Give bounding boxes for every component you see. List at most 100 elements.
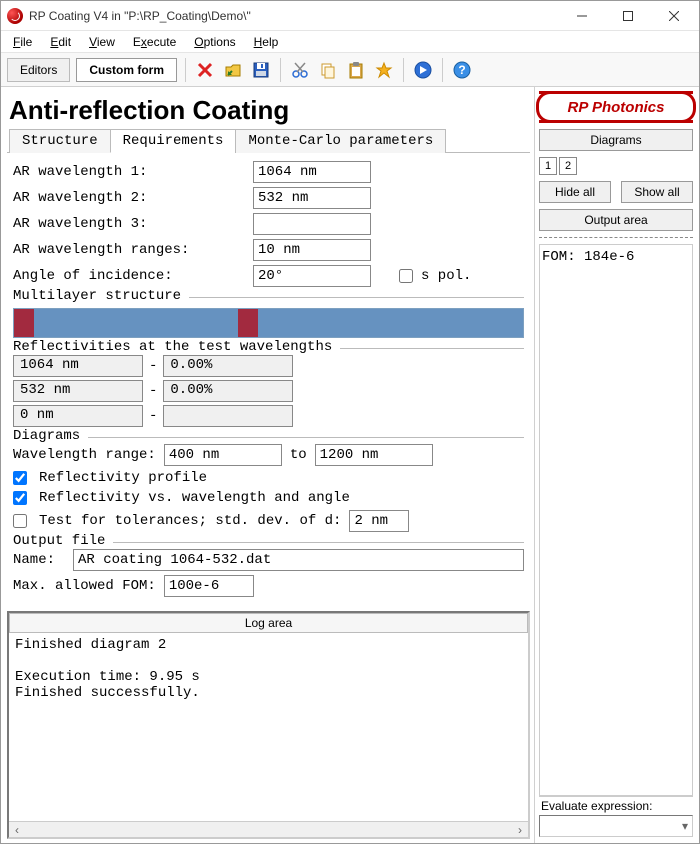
fom-output: FOM: 184e-6 — [542, 249, 634, 265]
menu-edit[interactable]: Edit — [42, 33, 79, 51]
log-body[interactable]: Finished diagram 2 Execution time: 9.95 … — [9, 633, 528, 821]
output-file-group: Output file Name: Max. allowed FOM: — [13, 542, 524, 597]
angle-input[interactable] — [253, 265, 371, 287]
menu-execute[interactable]: Execute — [125, 33, 184, 51]
output-area-header: Output area — [539, 209, 693, 231]
log-area: Log area Finished diagram 2 Execution ti… — [7, 611, 530, 839]
ar-wl3-input[interactable] — [253, 213, 371, 235]
paste-icon[interactable] — [345, 59, 367, 81]
tolerances-label: Test for tolerances; std. dev. of d: — [39, 513, 341, 529]
main-panel: Anti-reflection Coating Structure Requir… — [1, 87, 534, 843]
log-scrollbar[interactable]: ‹ › — [9, 821, 528, 837]
menu-view[interactable]: View — [81, 33, 123, 51]
copy-icon[interactable] — [317, 59, 339, 81]
hide-all-button[interactable]: Hide all — [539, 181, 611, 203]
diagrams-header: Diagrams — [539, 129, 693, 151]
menu-help[interactable]: Help — [246, 33, 287, 51]
output-name-input[interactable] — [73, 549, 524, 571]
help-icon[interactable]: ? — [451, 59, 473, 81]
ref-val-3 — [163, 405, 293, 427]
diagrams-group: Diagrams Wavelength range: to Reflectivi… — [13, 437, 524, 532]
tab-monte-carlo[interactable]: Monte-Carlo parameters — [235, 129, 446, 153]
logo-text: RP Photonics — [568, 99, 665, 116]
show-all-button[interactable]: Show all — [621, 181, 693, 203]
spol-checkbox[interactable] — [399, 269, 413, 283]
reflectivities-group: Reflectivities at the test wavelengths 1… — [13, 348, 524, 427]
reflectivity-angle-label: Reflectivity vs. wavelength and angle — [39, 490, 350, 506]
open-icon[interactable] — [222, 59, 244, 81]
layer-segment — [258, 309, 523, 337]
ref-val-2: 0.00% — [163, 380, 293, 402]
delete-icon[interactable] — [194, 59, 216, 81]
wl-range-label: Wavelength range: — [13, 447, 156, 463]
output-file-label: Output file — [13, 533, 113, 549]
menubar: File Edit View Execute Options Help — [1, 31, 699, 53]
ar-wl1-input[interactable] — [253, 161, 371, 183]
ref-dash: - — [149, 383, 157, 399]
wl-range-to-input[interactable] — [315, 444, 433, 466]
ref-wl-3: 0 nm — [13, 405, 143, 427]
maximize-button[interactable] — [605, 1, 651, 30]
rp-photonics-logo: RP Photonics — [539, 91, 693, 123]
minimize-button[interactable] — [559, 1, 605, 30]
multilayer-label: Multilayer structure — [13, 288, 189, 304]
evaluate-expression-label: Evaluate expression: — [539, 796, 693, 815]
tabs: Structure Requirements Monte-Carlo param… — [7, 128, 530, 153]
wl-range-from-input[interactable] — [164, 444, 282, 466]
diagram-1-button[interactable]: 1 — [539, 157, 557, 175]
reflectivities-label: Reflectivities at the test wavelengths — [13, 339, 340, 355]
multilayer-bar — [13, 308, 524, 338]
wl-range-to-label: to — [290, 447, 307, 463]
max-fom-label: Max. allowed FOM: — [13, 578, 156, 594]
layer-segment — [14, 309, 34, 337]
tab-requirements[interactable]: Requirements — [110, 129, 237, 153]
tolerances-input[interactable] — [349, 510, 409, 532]
ar-ranges-input[interactable] — [253, 239, 371, 261]
tab-structure[interactable]: Structure — [9, 129, 111, 153]
multilayer-group: Multilayer structure — [13, 297, 524, 338]
ar-ranges-label: AR wavelength ranges: — [13, 242, 245, 258]
menu-file[interactable]: File — [5, 33, 40, 51]
log-header: Log area — [9, 613, 528, 633]
spol-option[interactable]: s pol. — [399, 268, 471, 284]
output-name-label: Name: — [13, 552, 65, 568]
max-fom-input[interactable] — [164, 575, 254, 597]
diagrams-label: Diagrams — [13, 428, 88, 444]
save-icon[interactable] — [250, 59, 272, 81]
editors-button[interactable]: Editors — [7, 58, 70, 82]
ref-dash: - — [149, 408, 157, 424]
layer-segment — [238, 309, 258, 337]
page-title: Anti-reflection Coating — [9, 95, 530, 126]
diagram-2-button[interactable]: 2 — [559, 157, 577, 175]
evaluate-expression-input[interactable]: ▾ — [539, 815, 693, 837]
run-icon[interactable] — [412, 59, 434, 81]
scroll-left-icon[interactable]: ‹ — [9, 822, 25, 837]
svg-text:?: ? — [458, 63, 465, 77]
close-button[interactable] — [651, 1, 697, 30]
reflectivity-profile-label: Reflectivity profile — [39, 470, 207, 486]
scroll-right-icon[interactable]: › — [512, 822, 528, 837]
toolbar-separator — [403, 58, 404, 82]
ar-wl2-label: AR wavelength 2: — [13, 190, 245, 206]
requirements-panel: AR wavelength 1: AR wavelength 2: AR wav… — [7, 153, 530, 605]
ar-wl2-input[interactable] — [253, 187, 371, 209]
angle-label: Angle of incidence: — [13, 268, 245, 284]
cut-icon[interactable] — [289, 59, 311, 81]
toolbar-separator — [185, 58, 186, 82]
chevron-down-icon[interactable]: ▾ — [678, 819, 692, 833]
menu-options[interactable]: Options — [186, 33, 243, 51]
output-area: FOM: 184e-6 — [539, 244, 693, 796]
ar-wl3-label: AR wavelength 3: — [13, 216, 245, 232]
separator — [539, 237, 693, 238]
side-panel: RP Photonics Diagrams 1 2 Hide all Show … — [534, 87, 699, 843]
reflectivity-profile-checkbox[interactable] — [13, 471, 27, 485]
spol-label: s pol. — [421, 268, 471, 284]
reflectivity-angle-checkbox[interactable] — [13, 491, 27, 505]
favorite-icon[interactable] — [373, 59, 395, 81]
custom-form-button[interactable]: Custom form — [76, 58, 177, 82]
tolerances-checkbox[interactable] — [13, 514, 27, 528]
ref-dash: - — [149, 358, 157, 374]
ref-wl-2: 532 nm — [13, 380, 143, 402]
ref-wl-1: 1064 nm — [13, 355, 143, 377]
titlebar: RP Coating V4 in "P:\RP_Coating\Demo\" — [1, 1, 699, 31]
